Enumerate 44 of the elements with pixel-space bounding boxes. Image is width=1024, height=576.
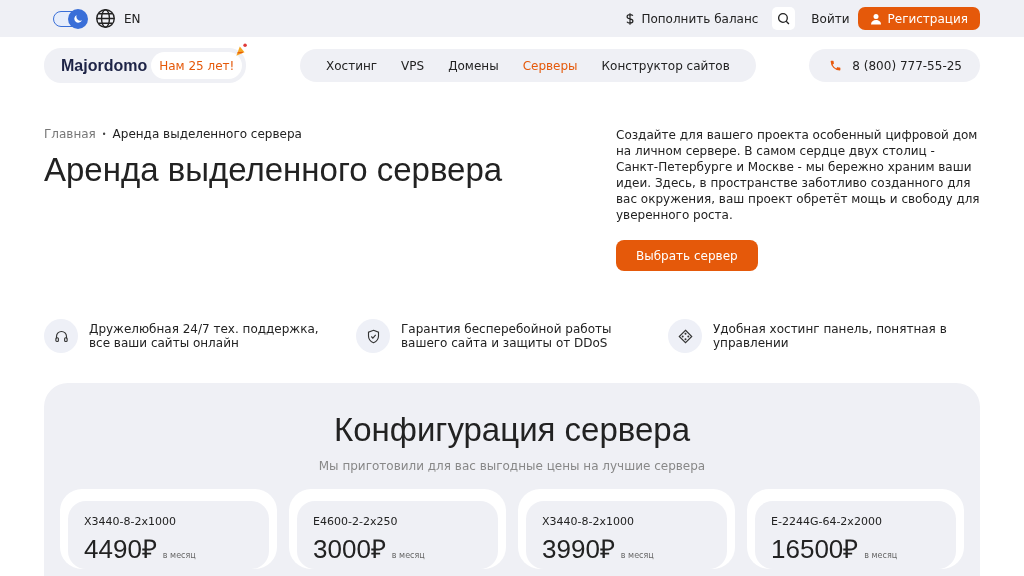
breadcrumb-link[interactable]: Главная xyxy=(44,127,96,141)
nav-link[interactable]: Хостинг xyxy=(314,58,390,73)
section-title: Конфигурация сервера xyxy=(332,411,692,449)
price-period: в месяц xyxy=(391,551,425,560)
search-button[interactable] xyxy=(772,7,796,30)
page-title: Аренда выделенного сервера xyxy=(44,151,503,189)
party-hat-icon xyxy=(234,43,249,57)
user-icon xyxy=(869,12,882,25)
price-period: в месяц xyxy=(162,551,196,560)
register-button[interactable]: Регистрация xyxy=(857,7,980,30)
feature-text: Удобная хостинг панель, понятная в управлении xyxy=(713,322,948,350)
headphones-icon xyxy=(53,328,69,344)
nav-link[interactable]: Конструктор сайтов xyxy=(589,58,742,73)
intro-text: Создайте для вашего проекта особенный цифровой дом на личном сервере. В самом сердце двух столиц - Санкт-Петербурге и Москве - мы бережно храним ваши идеи. Здесь, в пространстве заботливо созданного для вас окружения, ваш проект обретёт мощь и свободу для уверенного роста. xyxy=(616,127,980,223)
nav-link[interactable]: Домены xyxy=(436,58,511,73)
breadcrumb-separator: • xyxy=(101,129,107,139)
moon-icon xyxy=(72,12,84,25)
price-period: в месяц xyxy=(620,551,654,560)
diamond-icon xyxy=(677,328,693,344)
price-period: в месяц xyxy=(864,551,898,560)
server-price: 4490₽ xyxy=(84,536,157,562)
feature-text: Дружелюбная 24/7 тех. поддержка, все ваши сайты онлайн xyxy=(89,322,320,350)
server-name: E-2244G-64-2x2000 xyxy=(771,515,883,528)
breadcrumb-current: Аренда выделенного сервера xyxy=(112,127,302,141)
section-subtitle: Мы приготовили для вас выгодные цены на лучшие сервера xyxy=(317,459,707,473)
phone-icon xyxy=(829,59,843,72)
server-name: X3440-8-2x1000 xyxy=(84,515,177,528)
server-price: 3000₽ xyxy=(313,536,386,562)
server-price: 3990₽ xyxy=(542,536,615,562)
balance-link[interactable]: Пополнить баланс xyxy=(623,10,759,27)
login-link[interactable]: Войти xyxy=(811,11,850,26)
feature-text: Гарантия бесперебойной работы вашего сайта и защиты от DDoS xyxy=(401,322,613,350)
server-name: E4600-2-2x250 xyxy=(313,515,399,528)
server-name: X3440-8-2x1000 xyxy=(542,515,635,528)
globe-icon xyxy=(95,8,116,29)
theme-toggle[interactable] xyxy=(53,10,87,27)
choose-server-button[interactable]: Выбрать сервер xyxy=(616,240,758,271)
phone-link[interactable]: 8 (800) 777-55-25 xyxy=(809,49,980,82)
server-price: 16500₽ xyxy=(771,536,859,562)
logo[interactable]: Majordomo xyxy=(61,56,148,75)
shield-check-icon xyxy=(365,328,381,344)
language-link[interactable]: EN xyxy=(124,11,141,26)
nav-link[interactable]: VPS xyxy=(389,58,437,73)
search-icon xyxy=(777,12,791,25)
